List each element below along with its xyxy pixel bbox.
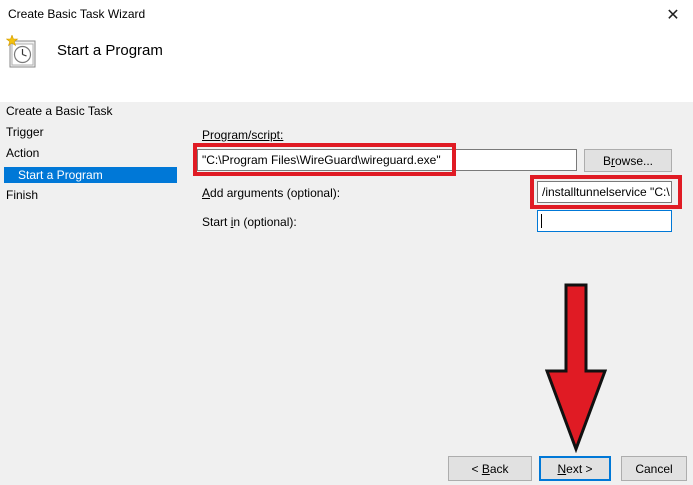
window-title: Create Basic Task Wizard <box>8 7 146 21</box>
step-trigger: Trigger <box>6 125 44 139</box>
program-script-label: Program/script: <box>202 128 283 142</box>
add-arguments-label: Add arguments (optional): <box>202 186 341 200</box>
browse-button[interactable]: Br owse... <box>584 149 672 172</box>
close-icon: ✕ <box>666 7 680 24</box>
start-in-label: Start in (optional): <box>202 215 297 229</box>
step-finish: Finish <box>6 188 39 202</box>
next-button[interactable]: Next > <box>539 456 611 481</box>
step-action: Action <box>6 146 40 160</box>
task-clock-icon <box>6 35 36 68</box>
back-button[interactable]: < Back <box>448 456 532 481</box>
highlight-program-script <box>193 143 456 176</box>
cancel-button-label: Cancel <box>635 461 673 476</box>
back-button-label: < Back <box>471 461 509 476</box>
close-button[interactable]: ✕ <box>654 0 692 30</box>
step-start-a-program: Start a Program <box>4 167 177 183</box>
cancel-button[interactable]: Cancel <box>621 456 687 481</box>
red-arrow-pointing-to-next <box>545 283 607 453</box>
next-button-label: Next > <box>557 461 593 476</box>
page-title: Start a Program <box>57 42 163 59</box>
program-script-label-text: Program/script: <box>202 128 284 142</box>
title-bar: Create Basic Task Wizard ✕ <box>0 0 693 30</box>
step-create-basic-task: Create a Basic Task <box>6 104 113 118</box>
start-in-input[interactable] <box>537 210 672 232</box>
wizard-header: Start a Program <box>0 30 693 102</box>
highlight-arguments <box>530 175 682 209</box>
text-caret <box>541 214 542 228</box>
